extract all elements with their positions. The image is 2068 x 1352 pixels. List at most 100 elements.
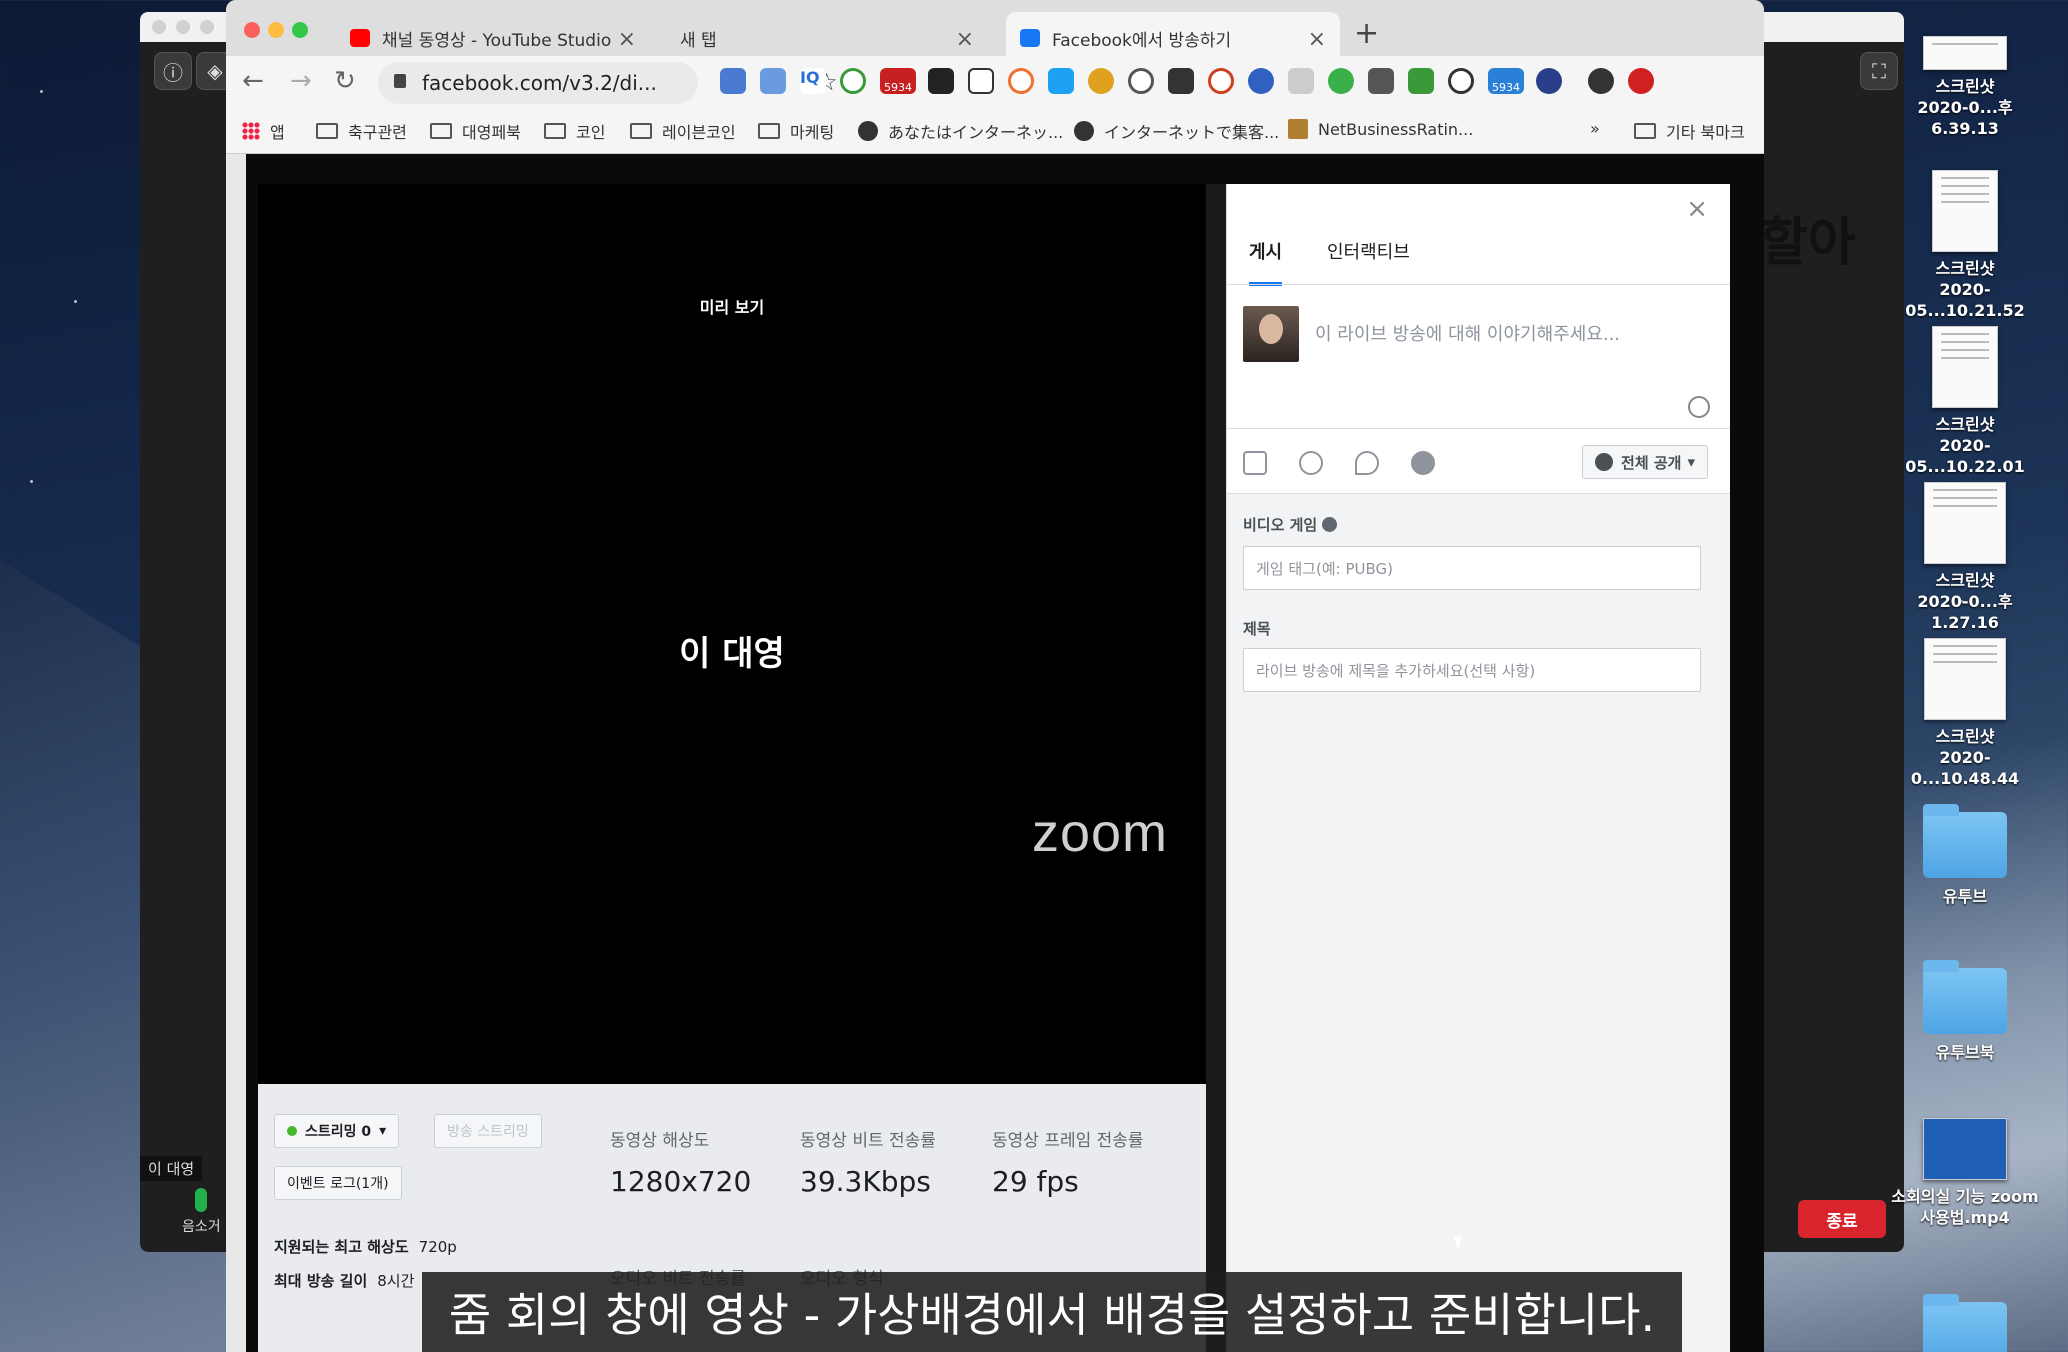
- zoom-close-dot[interactable]: [152, 20, 166, 34]
- url-text: facebook.com/v3.2/di...: [422, 71, 657, 95]
- title-input[interactable]: 라이브 방송에 제목을 추가하세요(선택 사항): [1243, 648, 1701, 692]
- zoom-zoom-dot[interactable]: [200, 20, 214, 34]
- gmail-badge-icon[interactable]: 5934: [880, 68, 916, 94]
- eyedropper-icon[interactable]: [1368, 68, 1394, 94]
- forward-icon[interactable]: →: [290, 66, 312, 96]
- reload-icon[interactable]: ↻: [334, 66, 356, 96]
- fundraiser-icon[interactable]: [1411, 451, 1435, 475]
- feeling-icon[interactable]: [1299, 451, 1323, 475]
- star: [40, 90, 43, 93]
- file-label: 스크린샷: [1935, 259, 1995, 278]
- folder-icon: [1923, 804, 2007, 878]
- extension-icon[interactable]: [1448, 68, 1474, 94]
- title-label: 제목: [1243, 620, 1271, 638]
- file-label: 소회의실 기능 zoom: [1891, 1187, 2039, 1206]
- desktop-folder[interactable]: 유투브북: [1890, 960, 2040, 1063]
- profile-avatar[interactable]: [1588, 68, 1614, 94]
- end-meeting-button[interactable]: 종료: [1798, 1200, 1886, 1238]
- pinterest-icon[interactable]: [1128, 68, 1154, 94]
- layers-icon[interactable]: [1168, 68, 1194, 94]
- cube-icon[interactable]: [968, 68, 994, 94]
- bookmark-folder[interactable]: 대영페북: [430, 119, 521, 143]
- close-tab-icon[interactable]: ×: [618, 27, 636, 52]
- tab-label: Facebook에서 방송하기: [1052, 30, 1232, 51]
- audience-selector[interactable]: 전체 공개 ▾: [1582, 445, 1708, 479]
- info-icon[interactable]: ⓘ: [154, 52, 192, 90]
- live-preview: 미리 보기 이 대영 zoom: [258, 184, 1206, 1084]
- desktop-file[interactable]: 스크린샷 2020-0...후 6.39.13: [1890, 36, 2040, 139]
- stat-value: 1280x720: [610, 1165, 752, 1198]
- file-sublabel: 2020-0...후 1.27.16: [1917, 592, 2013, 632]
- bookmark-label: あなたはインターネッ...: [888, 123, 1064, 142]
- desktop-file[interactable]: 스크린샷 2020-05...10.21.52: [1890, 170, 2040, 321]
- post-tools-row: 전체 공개 ▾: [1227, 428, 1730, 494]
- desktop-folder[interactable]: [1890, 1294, 2040, 1352]
- extension-icon[interactable]: [1248, 68, 1274, 94]
- stream-status-dropdown[interactable]: 스트리밍 0 ▾: [274, 1114, 400, 1148]
- game-tag-input[interactable]: 게임 태그(예: PUBG): [1243, 546, 1701, 590]
- bookmark-folder[interactable]: 코인: [544, 119, 605, 143]
- bookmark-link[interactable]: あなたはインターネッ...: [858, 119, 1063, 143]
- emoji-icon[interactable]: [1688, 396, 1710, 418]
- bookmark-link[interactable]: インターネットで集客...: [1074, 119, 1279, 143]
- close-tab-icon[interactable]: ×: [1308, 27, 1326, 52]
- bookmark-link[interactable]: NetBusinessRatin...: [1288, 119, 1473, 139]
- go-live-button[interactable]: 방송 스트리밍: [434, 1114, 542, 1148]
- stat-value: 29 fps: [992, 1165, 1079, 1198]
- extension-icon[interactable]: [1408, 68, 1434, 94]
- close-tab-icon[interactable]: ×: [956, 27, 974, 52]
- file-sublabel: 사용법.mp4: [1920, 1208, 2010, 1227]
- desktop-file[interactable]: 스크린샷 2020-0...10.48.44: [1890, 638, 2040, 789]
- tag-people-icon[interactable]: [1243, 451, 1267, 475]
- folder-label: 유투브: [1942, 887, 1988, 906]
- location-icon[interactable]: [1355, 451, 1379, 475]
- extension-icon[interactable]: [840, 68, 866, 94]
- desktop-file[interactable]: 스크린샷 2020-05...10.22.01: [1890, 326, 2040, 477]
- file-sublabel: 2020-05...10.21.52: [1905, 280, 2025, 320]
- desktop-icons: 스크린샷 2020-0...후 6.39.13 스크린샷 2020-05...10.…: [1890, 20, 2068, 1352]
- extension-icon[interactable]: [720, 68, 746, 94]
- desktop-folder[interactable]: 유투브: [1890, 804, 2040, 907]
- extension-icon[interactable]: [1536, 68, 1562, 94]
- post-text-input[interactable]: 이 라이브 방송에 대해 이야기해주세요...: [1315, 320, 1620, 346]
- more-bookmarks-icon[interactable]: »: [1590, 119, 1600, 138]
- tab-post[interactable]: 게시: [1249, 238, 1283, 286]
- back-icon[interactable]: ←: [242, 66, 264, 96]
- iq-extension-icon[interactable]: IQ: [800, 68, 826, 94]
- stream-status-label: 스트리밍 0: [305, 1124, 372, 1140]
- tab-interactive[interactable]: 인터랙티브: [1327, 238, 1410, 282]
- minimize-window-dot[interactable]: [268, 22, 284, 38]
- desktop-video-file[interactable]: 소회의실 기능 zoom 사용법.mp4: [1890, 1118, 2040, 1228]
- stat-value: 39.3Kbps: [800, 1165, 931, 1198]
- extension-icon[interactable]: [1288, 68, 1314, 94]
- translate-icon[interactable]: [760, 68, 786, 94]
- chevron-down-icon: ▾: [1687, 453, 1695, 471]
- mail-badge-icon[interactable]: 5934: [1488, 68, 1524, 94]
- bookmark-apps[interactable]: 앱: [242, 119, 285, 143]
- extension-icon[interactable]: [928, 68, 954, 94]
- folder-icon: [430, 123, 452, 139]
- extension-icon[interactable]: [1208, 68, 1234, 94]
- globe-icon: [1074, 121, 1094, 141]
- desktop-file[interactable]: 스크린샷 2020-0...후 1.27.16: [1890, 482, 2040, 633]
- maximize-window-dot[interactable]: [292, 22, 308, 38]
- close-window-dot[interactable]: [244, 22, 260, 38]
- event-log-button[interactable]: 이벤트 로그(1개): [274, 1166, 402, 1200]
- info-icon[interactable]: [1322, 517, 1338, 532]
- folder-icon: [316, 123, 338, 139]
- extension-icon[interactable]: [1088, 68, 1114, 94]
- new-tab-icon[interactable]: +: [1354, 16, 1379, 51]
- address-bar[interactable]: facebook.com/v3.2/di... ☆: [378, 62, 838, 104]
- evernote-icon[interactable]: [1328, 68, 1354, 94]
- mute-button[interactable]: 음소거: [182, 1188, 221, 1236]
- bookmark-folder[interactable]: 마케팅: [758, 119, 834, 143]
- adblock-icon[interactable]: [1628, 68, 1654, 94]
- bookmark-other-folder[interactable]: 기타 북마크: [1634, 119, 1745, 143]
- extension-icon[interactable]: [1008, 68, 1034, 94]
- close-icon[interactable]: ×: [1686, 194, 1708, 224]
- bookmark-folder[interactable]: 축구관련: [316, 119, 407, 143]
- zoom-minimize-dot[interactable]: [176, 20, 190, 34]
- bookmark-folder[interactable]: 레이븐코인: [630, 119, 736, 143]
- bookmark-label: 레이븐코인: [662, 123, 736, 142]
- skype-icon[interactable]: [1048, 68, 1074, 94]
